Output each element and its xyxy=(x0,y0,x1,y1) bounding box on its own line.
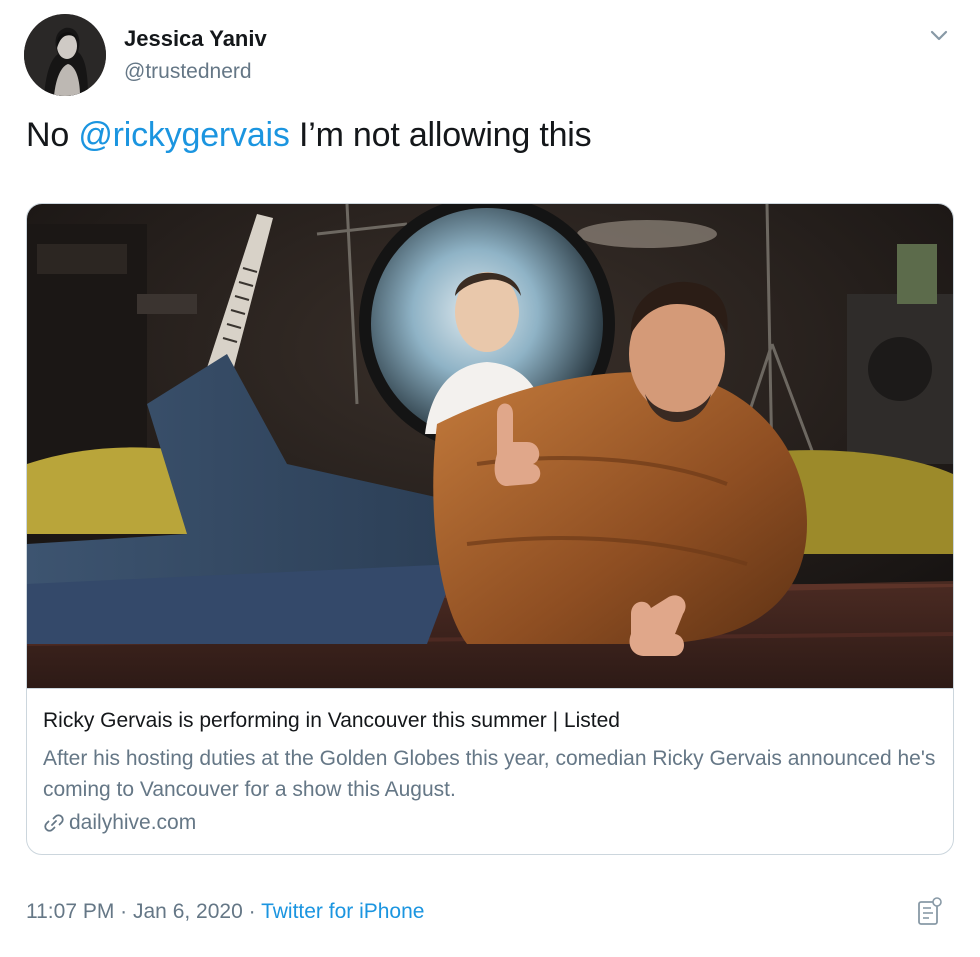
card-domain-text: dailyhive.com xyxy=(69,811,197,834)
avatar[interactable] xyxy=(24,14,106,96)
card-domain: dailyhive.com xyxy=(43,811,196,835)
card-description: After his hosting duties at the Golden G… xyxy=(43,747,936,801)
tweet-meta: 11:07 PM · Jan 6, 2020 · Twitter for iPh… xyxy=(26,900,424,924)
analytics-icon[interactable] xyxy=(916,896,944,928)
meta-separator: · xyxy=(114,900,133,923)
card-title[interactable]: Ricky Gervais is performing in Vancouver… xyxy=(43,709,620,733)
tweet-text: No @rickygervais I’m not allowing this xyxy=(26,116,592,155)
tweet-source-link[interactable]: Twitter for iPhone xyxy=(261,900,424,923)
avatar-image xyxy=(24,14,106,96)
card-image[interactable] xyxy=(27,204,953,689)
tweet-text-after: I’m not allowing this xyxy=(289,116,592,154)
meta-separator: · xyxy=(242,900,262,923)
tweet-time[interactable]: 11:07 PM xyxy=(26,900,114,923)
chevron-down-icon[interactable] xyxy=(926,24,952,46)
tweet: Jessica Yaniv @trustednerd No @rickygerv… xyxy=(0,0,980,957)
tweet-text-before: No xyxy=(26,116,79,154)
author-handle[interactable]: @trustednerd xyxy=(124,60,252,84)
link-icon xyxy=(43,812,65,834)
tweet-date[interactable]: Jan 6, 2020 xyxy=(133,900,243,923)
mention-link[interactable]: @rickygervais xyxy=(78,116,290,154)
card-photo xyxy=(27,204,953,688)
author-display-name[interactable]: Jessica Yaniv xyxy=(124,26,267,52)
link-preview-card[interactable]: Ricky Gervais is performing in Vancouver… xyxy=(26,203,954,855)
